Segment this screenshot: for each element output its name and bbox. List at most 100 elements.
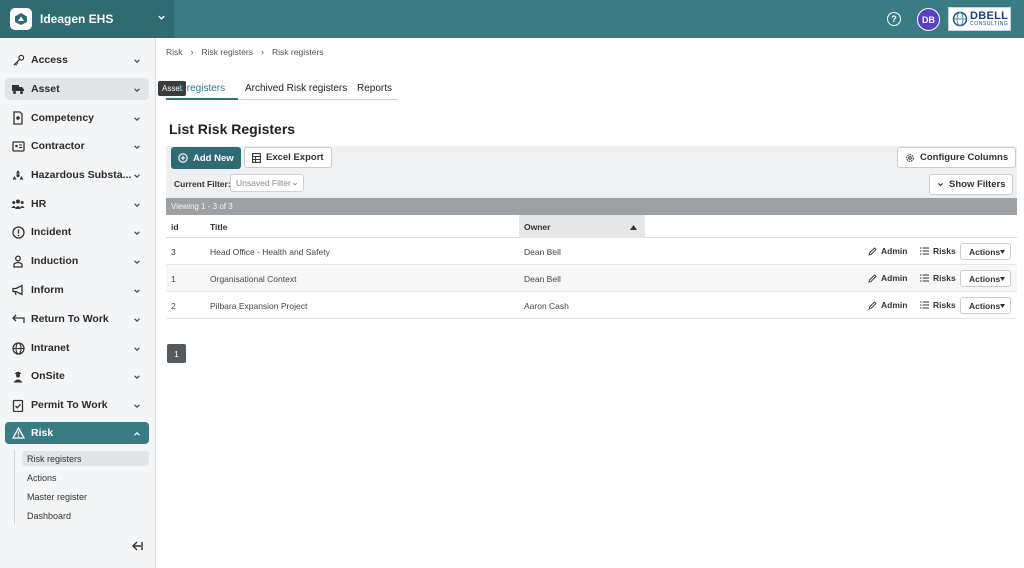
user-avatar[interactable]: DB <box>917 8 940 31</box>
list-icon <box>920 247 929 255</box>
sidebar-item-induction[interactable]: Induction <box>5 250 149 272</box>
table-row: 3 Head Office - Health and Safety Dean B… <box>166 238 1017 265</box>
gear-icon <box>905 153 915 163</box>
sidebar-item-hr[interactable]: HR <box>5 193 149 215</box>
tab-risk-registers[interactable]: k registers <box>179 83 225 94</box>
row-actions-label: Actions <box>969 300 1001 311</box>
company-logo: DBELL CONSULTING <box>948 7 1011 31</box>
admin-link[interactable]: Admin <box>868 246 907 256</box>
chevron-down-icon <box>134 174 140 179</box>
chevron-down-icon <box>134 203 140 208</box>
risks-label: Risks <box>933 246 956 256</box>
sidebar-item-label: Hazardous Substa... <box>31 169 132 181</box>
row-actions-label: Actions <box>969 273 1001 284</box>
breadcrumb-item-risk-registers[interactable]: Risk registers <box>202 47 253 57</box>
sidebar-subitem-risk-registers[interactable]: Risk registers <box>22 451 149 466</box>
caret-down-icon <box>1000 250 1005 254</box>
chevron-down-icon <box>134 404 140 409</box>
risks-link[interactable]: Risks <box>920 246 956 256</box>
company-logo-tagline: CONSULTING <box>970 21 1009 27</box>
sidebar-item-access[interactable]: Access <box>5 49 149 71</box>
app-logo-icon <box>10 8 32 30</box>
sort-ascending-icon <box>630 225 637 230</box>
sidebar-subitem-master-register[interactable]: Master register <box>22 489 149 504</box>
row-actions-label: Actions <box>969 246 1001 257</box>
chevron-up-icon <box>134 431 140 436</box>
tab-reports[interactable]: Reports <box>357 83 392 94</box>
chevron-down-icon <box>134 375 140 380</box>
excel-export-button[interactable]: Excel Export <box>244 147 332 168</box>
row-actions-dropdown[interactable]: Actions <box>960 243 1011 260</box>
sidebar-item-incident[interactable]: Incident <box>5 221 149 243</box>
clipboard-check-icon <box>11 398 25 412</box>
column-header-id[interactable]: id <box>166 215 204 238</box>
sidebar-item-competency[interactable]: Competency <box>5 107 149 129</box>
table-header-row: id Title Owner <box>166 215 1017 238</box>
pagination-page-button[interactable]: 1 <box>167 344 186 363</box>
sidebar-item-label: Permit To Work <box>31 399 108 411</box>
chevron-down-icon <box>134 347 140 352</box>
risks-link[interactable]: Risks <box>920 300 956 310</box>
sidebar-item-asset[interactable]: Asset <box>5 78 149 100</box>
help-icon[interactable]: ? <box>887 12 901 26</box>
current-filter-select[interactable]: Unsaved Filter <box>230 174 304 192</box>
certificate-icon <box>11 111 25 125</box>
chevron-down-icon <box>292 182 298 186</box>
breadcrumb-item-risk[interactable]: Risk <box>166 47 183 57</box>
table-row: 1 Organisational Context Dean Bell Admin… <box>166 265 1017 292</box>
chevron-right-icon: › <box>190 47 194 57</box>
collapse-sidebar-icon[interactable] <box>130 539 144 553</box>
chevron-down-icon <box>134 145 140 150</box>
sidebar-item-risk[interactable]: Risk <box>5 422 149 444</box>
admin-link[interactable]: Admin <box>868 273 907 283</box>
chevron-down-icon <box>134 88 140 93</box>
add-new-button[interactable]: Add New <box>171 147 241 169</box>
sidebar-item-label: Access <box>31 54 68 66</box>
chevron-down-icon <box>134 289 140 294</box>
sidebar-item-label: Return To Work <box>31 313 109 325</box>
sidebar-item-hazardous-substances[interactable]: Hazardous Substa... <box>5 164 149 186</box>
breadcrumb: Risk › Risk registers › Risk registers <box>166 47 324 57</box>
sidebar-item-label: HR <box>31 198 47 210</box>
admin-link[interactable]: Admin <box>868 300 907 310</box>
app-switcher[interactable]: Ideagen EHS <box>0 0 174 38</box>
risks-label: Risks <box>933 300 956 310</box>
id-card-icon <box>11 139 25 153</box>
sidebar-item-inform[interactable]: Inform <box>5 279 149 301</box>
column-header-title[interactable]: Title <box>205 215 519 238</box>
app-title: Ideagen EHS <box>40 12 114 26</box>
sidebar-item-onsite[interactable]: OnSite <box>5 365 149 387</box>
sidebar-item-label: Intranet <box>31 342 70 354</box>
admin-label: Admin <box>881 300 908 310</box>
sidebar-item-contractor[interactable]: Contractor <box>5 135 149 157</box>
sidebar-item-label: Incident <box>31 226 72 238</box>
worker-icon <box>11 369 25 383</box>
chevron-down-icon <box>134 260 140 265</box>
show-filters-button[interactable]: Show Filters <box>929 174 1014 195</box>
sidebar-item-label: Contractor <box>31 140 85 152</box>
column-header-owner[interactable]: Owner <box>519 215 645 238</box>
cell-title: Pilbara Expansion Project <box>210 300 308 311</box>
sidebar-subitem-dashboard[interactable]: Dashboard <box>22 508 149 523</box>
cell-id: 3 <box>171 246 176 257</box>
return-arrow-icon <box>11 312 25 326</box>
tab-archived-risk-registers[interactable]: Archived Risk registers <box>245 83 347 94</box>
list-icon <box>920 274 929 282</box>
row-actions-dropdown[interactable]: Actions <box>960 270 1011 287</box>
risks-link[interactable]: Risks <box>920 273 956 283</box>
configure-columns-button[interactable]: Configure Columns <box>897 147 1017 168</box>
page-title: List Risk Registers <box>169 121 296 137</box>
sidebar-item-permit-to-work[interactable]: Permit To Work <box>5 394 149 416</box>
row-actions-dropdown[interactable]: Actions <box>960 297 1011 314</box>
sidebar-subitem-actions[interactable]: Actions <box>22 470 149 485</box>
sidebar-item-label: Competency <box>31 112 95 124</box>
sidebar: Access Asset Competency Contractor Hazar… <box>0 38 156 568</box>
configure-columns-label: Configure Columns <box>920 152 1009 163</box>
sidebar-item-label: OnSite <box>31 370 65 382</box>
chevron-down-icon <box>158 15 165 20</box>
filter-value: Unsaved Filter <box>236 178 291 188</box>
sidebar-item-return-to-work[interactable]: Return To Work <box>5 308 149 330</box>
sidebar-item-intranet[interactable]: Intranet <box>5 337 149 359</box>
globe-icon <box>11 341 25 355</box>
caret-down-icon <box>1000 277 1005 281</box>
